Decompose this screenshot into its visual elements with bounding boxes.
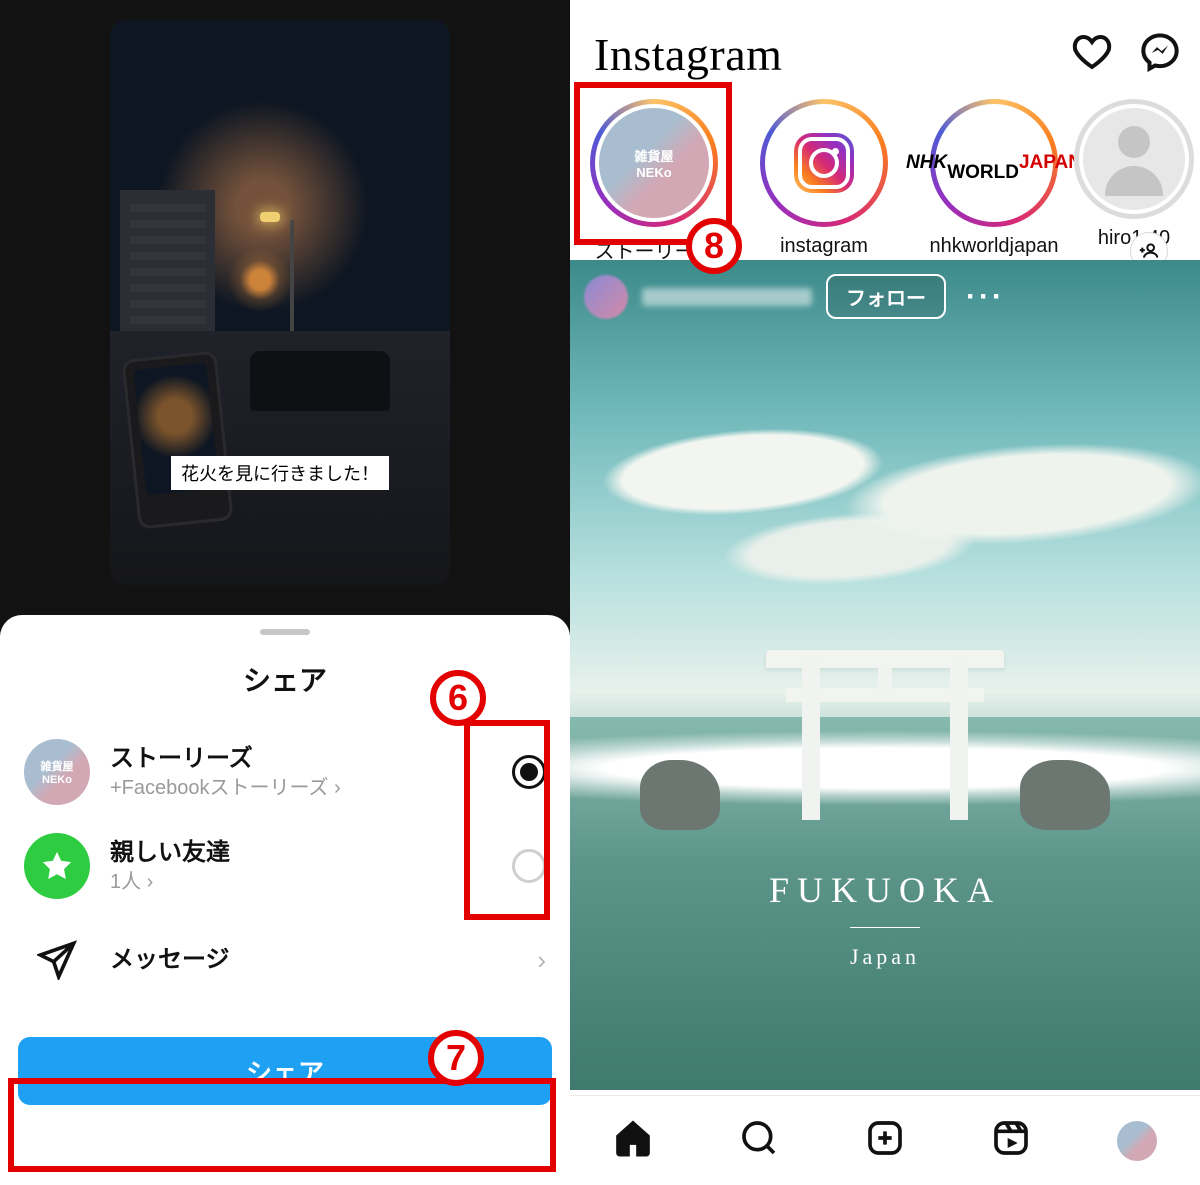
reels-icon[interactable] [991, 1118, 1031, 1163]
radio-close-friends[interactable] [512, 849, 546, 883]
story-item-nhk[interactable]: NHKWORLDJAPAN nhkworldjapan [924, 99, 1064, 264]
share-row-label: ストーリーズ [110, 743, 492, 774]
post-caption: FUKUOKA Japan [570, 869, 1200, 970]
follow-button[interactable]: フォロー [826, 274, 946, 319]
story-label: instagram [780, 235, 868, 258]
profile-tab[interactable] [1117, 1121, 1157, 1161]
annotation-step-7: 7 [428, 1030, 484, 1086]
share-row-messages[interactable]: メッセージ › [0, 913, 570, 1007]
story-share-screen: 花火を見に行きました！ シェア ストーリーズ +Facebookストーリーズ ›… [0, 0, 570, 1185]
home-icon[interactable] [613, 1118, 653, 1163]
instagram-feed-screen: Instagram 雑貨屋NEKo + ストーリーズ instagram NHK… [570, 0, 1200, 1185]
instagram-logo[interactable]: Instagram [594, 28, 782, 81]
post-caption-main: FUKUOKA [570, 869, 1200, 911]
share-row-label: 親しい友達 [110, 837, 492, 868]
post-avatar[interactable] [584, 275, 628, 319]
annotation-step-6: 6 [430, 670, 486, 726]
messenger-icon[interactable] [1140, 32, 1180, 77]
profile-avatar-icon [1117, 1121, 1157, 1161]
ig-header: Instagram [570, 0, 1200, 91]
stories-tray[interactable]: 雑貨屋NEKo + ストーリーズ instagram NHKWORLDJAPAN… [570, 91, 1200, 276]
chevron-right-icon: › [537, 945, 546, 976]
send-icon [24, 927, 90, 993]
tab-bar [570, 1095, 1200, 1185]
search-icon[interactable] [739, 1118, 779, 1163]
story-label: nhkworldjapan [930, 235, 1059, 258]
post-username-blurred[interactable] [642, 288, 812, 306]
heart-icon[interactable] [1072, 32, 1112, 77]
more-icon[interactable]: ··· [960, 280, 1011, 314]
share-row-label: メッセージ [110, 944, 517, 975]
feed-post[interactable]: フォロー ··· FUKUOKA Japan [570, 260, 1200, 1090]
star-icon [24, 833, 90, 899]
story-preview: 花火を見に行きました！ [110, 20, 450, 585]
post-header: フォロー ··· [584, 274, 1186, 319]
share-row-sub: +Facebookストーリーズ › [110, 775, 492, 801]
share-row-sub: 1人 › [110, 869, 492, 895]
post-caption-sub: Japan [570, 944, 1200, 970]
story-caption: 花火を見に行きました！ [171, 456, 389, 490]
share-row-close-friends[interactable]: 親しい友達 1人 › [0, 819, 570, 913]
share-row-stories[interactable]: ストーリーズ +Facebookストーリーズ › [0, 725, 570, 819]
drag-handle[interactable] [260, 629, 310, 635]
add-post-icon[interactable] [865, 1118, 905, 1163]
story-item-hiro[interactable]: hiro1.40 [1094, 99, 1174, 264]
story-avatar-icon [24, 739, 90, 805]
story-item-instagram[interactable]: instagram [754, 99, 894, 264]
radio-stories[interactable] [512, 755, 546, 789]
annotation-step-8: 8 [686, 218, 742, 274]
